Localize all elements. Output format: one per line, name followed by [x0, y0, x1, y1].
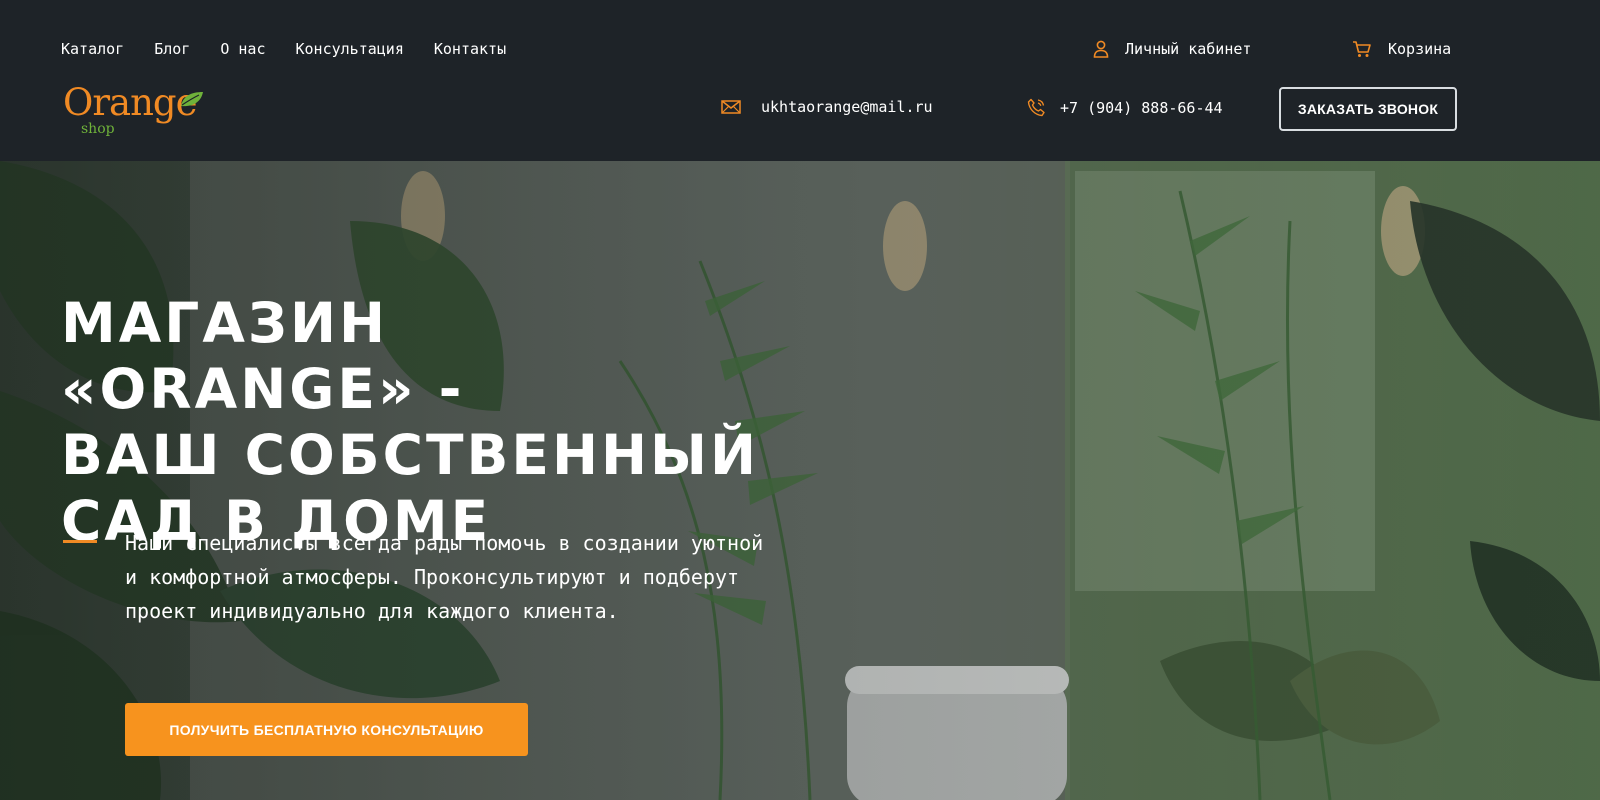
- hero-title-line: МАГАЗИН «ORANGE» -: [61, 291, 465, 421]
- nav-item-catalog[interactable]: Каталог: [61, 40, 124, 58]
- site-header: Каталог Блог О нас Консультация Контакты…: [0, 0, 1600, 161]
- nav-item-contacts[interactable]: Контакты: [434, 40, 506, 58]
- hero-description: Наши специалисты всегда рады помочь в со…: [125, 531, 764, 623]
- cart-label: Корзина: [1388, 40, 1452, 58]
- cart-link[interactable]: Корзина: [1352, 40, 1451, 58]
- user-icon: [1093, 40, 1109, 58]
- logo-subtitle: shop: [81, 121, 115, 137]
- phone-icon: [1027, 98, 1045, 117]
- nav-item-consultation[interactable]: Консультация: [296, 40, 404, 58]
- nav-item-blog[interactable]: Блог: [154, 40, 190, 58]
- free-consultation-button[interactable]: ПОЛУЧИТЬ БЕСПЛАТНУЮ КОНСУЛЬТАЦИЮ: [125, 703, 528, 756]
- main-nav: Каталог Блог О нас Консультация Контакты: [61, 40, 506, 58]
- accent-dash: [63, 540, 97, 543]
- hero-title-line: ВАШ СОБСТВЕННЫЙ: [61, 423, 760, 487]
- phone-link[interactable]: +7 (904) 888-66-44: [1027, 98, 1223, 117]
- nav-item-about[interactable]: О нас: [220, 40, 265, 58]
- account-link[interactable]: Личный кабинет: [1093, 40, 1251, 58]
- email-text: ukhtaorange@mail.ru: [761, 98, 933, 116]
- mail-icon: [721, 100, 741, 114]
- leaf-icon: [181, 92, 203, 107]
- phone-text: +7 (904) 888-66-44: [1060, 98, 1223, 117]
- logo[interactable]: Orange shop: [63, 84, 213, 140]
- account-label: Личный кабинет: [1125, 40, 1252, 58]
- cart-icon: [1353, 41, 1371, 57]
- order-call-button[interactable]: ЗАКАЗАТЬ ЗВОНОК: [1279, 87, 1457, 131]
- logo-wordmark: Orange: [63, 81, 197, 124]
- hero-title: МАГАЗИН «ORANGE» - ВАШ СОБСТВЕННЫЙ САД В…: [61, 290, 761, 554]
- email-link[interactable]: ukhtaorange@mail.ru: [721, 98, 933, 116]
